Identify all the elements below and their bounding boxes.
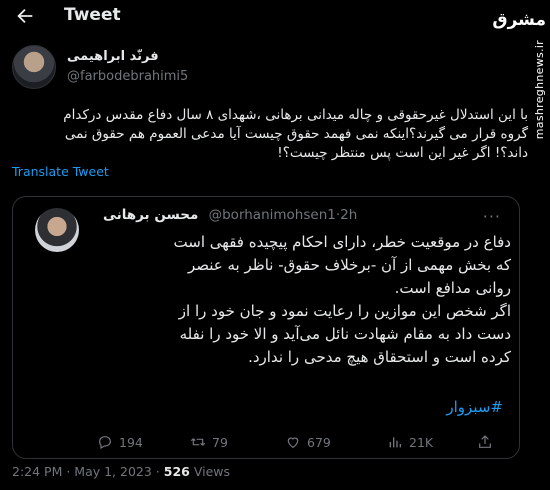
like-button[interactable]: 679 <box>285 433 331 451</box>
quoted-line: دست داد به مقام شهادت نائل می‌آید و الا … <box>179 325 511 343</box>
views-button[interactable]: 21K <box>387 433 433 451</box>
quoted-line: که بخش مهمی از آن -برخلاف حقوق- ناظر به … <box>187 256 511 274</box>
watermark-url: mashreghnews.ir <box>533 40 546 140</box>
retweet-count: 79 <box>212 434 228 450</box>
author-name[interactable]: فرنّد ابراهیمی <box>67 49 159 64</box>
translate-tweet-link[interactable]: Translate Tweet <box>12 164 109 179</box>
tweet-line: با این استدلال غیرحقوقی و چاله میدانی بر… <box>63 107 528 123</box>
heart-icon <box>287 437 299 449</box>
views-label: Views <box>189 464 230 479</box>
views-total: 526 <box>163 464 190 479</box>
author-handle[interactable]: @farbodebrahimi5 <box>67 69 188 84</box>
quoted-author-handle[interactable]: @borhanimohsen1 <box>209 207 336 223</box>
top-bar: Tweet <box>0 0 550 32</box>
quoted-avatar[interactable] <box>35 208 79 252</box>
tweet-line: گروه قرار می گیرند؟اینکه نمی فهمد حقوق چ… <box>64 126 528 142</box>
quoted-tweet[interactable]: ··· محسن برهانی @borhanimohsen1·2h دفاع … <box>12 196 520 459</box>
quoted-author-name[interactable]: محسن برهانی <box>103 207 198 223</box>
views-count: 21K <box>409 434 434 450</box>
quoted-text: دفاع در موقعیت خطر، دارای احکام پیچیده ف… <box>95 231 511 369</box>
retweet-icon <box>190 438 206 446</box>
tweet-timestamp[interactable]: 2:24 PM · May 1, 2023 <box>12 464 152 479</box>
retweet-button[interactable]: 79 <box>190 433 228 451</box>
hashtag-link[interactable]: #سبزوار <box>446 398 503 416</box>
quoted-line: اگر شخص این موازین را رعایت نمود و جان خ… <box>178 302 511 320</box>
tweet-line: داند؟! اگر غیر این است پس منتظر چیست؟! <box>277 145 528 161</box>
reply-button[interactable]: 194 <box>97 433 143 451</box>
arrow-left-icon[interactable] <box>14 5 36 27</box>
tweet-text: با این استدلال غیرحقوقی و چاله میدانی بر… <box>20 106 528 163</box>
share-icon <box>479 435 491 448</box>
more-dots-icon[interactable]: ··· <box>483 207 501 226</box>
avatar[interactable] <box>12 45 56 89</box>
action-bar: 194 79 679 21K <box>97 433 507 453</box>
reply-count: 194 <box>119 434 143 450</box>
meta-separator: · <box>151 464 164 479</box>
page-title: Tweet <box>64 5 121 25</box>
tweet-meta: 2:24 PM · May 1, 2023 · 526 Views <box>12 464 230 479</box>
quoted-line: دفاع در موقعیت خطر، دارای احکام پیچیده ف… <box>173 233 511 251</box>
quoted-line: روانی مدافع است. <box>394 279 511 297</box>
reply-icon <box>99 436 111 450</box>
watermark-logo: مشرق <box>492 10 546 30</box>
quoted-line: کرده است و استحقاق هیچ مدحی را ندارد. <box>248 348 511 366</box>
like-count: 679 <box>307 434 331 450</box>
quoted-time: 2h <box>340 207 358 223</box>
views-icon <box>389 437 401 448</box>
share-button[interactable] <box>477 433 499 451</box>
tweet-author: فرنّد ابراهیمی @farbodebrahimi5 <box>12 45 492 93</box>
quoted-author-line: محسن برهانی @borhanimohsen1·2h <box>103 207 357 223</box>
